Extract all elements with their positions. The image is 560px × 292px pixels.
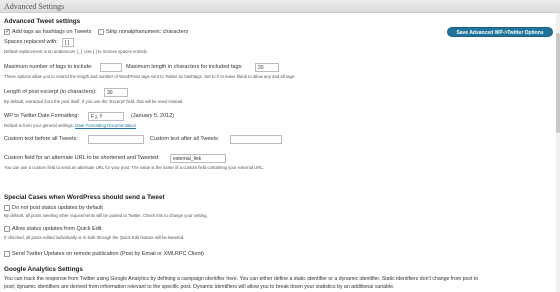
- custom-after-label: Custom text after all Tweets:: [150, 136, 220, 142]
- special-cases-heading: Special Cases when WordPress should send…: [4, 194, 165, 201]
- excerpt-length-input[interactable]: 30: [104, 88, 128, 97]
- date-format-example: (January 5, 2012): [131, 113, 175, 119]
- alternate-url-label: Custom field for an alternate URL to be …: [4, 155, 160, 161]
- max-length-input[interactable]: 20: [255, 63, 279, 72]
- spaces-replaced-label: Spaces replaced with:: [4, 39, 58, 45]
- date-format-description: Default is from your general settings. D…: [4, 123, 136, 128]
- analytics-heading: Google Analytics Settings: [4, 266, 83, 273]
- quick-edit-checkbox[interactable]: [4, 226, 10, 232]
- excerpt-length-label: Length of post excerpt (in characters):: [4, 89, 97, 95]
- date-format-label: WP to Twitter Date Formatting:: [4, 113, 79, 119]
- date-formatting-doc-link[interactable]: Date Formatting Documentation: [75, 123, 136, 128]
- analytics-description-line1: You can track the response from Twitter …: [4, 276, 479, 282]
- spaces-description: Default replacement is an underscore (_)…: [4, 49, 148, 54]
- quick-edit-label: Allow status updates from Quick Edit: [12, 226, 102, 232]
- scrollbar[interactable]: [556, 13, 560, 292]
- no-default-label: Do not post status updates by default: [12, 205, 103, 211]
- max-tags-input[interactable]: [100, 63, 122, 72]
- max-description: These options allow you to restrict the …: [4, 74, 296, 79]
- custom-before-input[interactable]: [88, 135, 144, 144]
- alternate-url-description: You can use a custom field to send an al…: [4, 165, 264, 170]
- no-default-description: By default, all posts meeting other requ…: [4, 213, 208, 218]
- add-tags-checkbox[interactable]: [4, 28, 10, 35]
- settings-page: Advanced Settings Advanced Tweet setting…: [0, 0, 560, 292]
- date-format-input[interactable]: F j, Y: [88, 112, 124, 121]
- strip-nonalphanumeric-label: Strip nonalphanumeric characters: [106, 29, 189, 35]
- page-title: Advanced Settings: [4, 2, 65, 11]
- remote-publication-label: Send Twitter Updates on remote publicati…: [12, 251, 204, 257]
- scrollbar-thumb[interactable]: [556, 33, 560, 133]
- header-bar: Advanced Settings: [0, 0, 560, 13]
- excerpt-description: By default, extracted from the post itse…: [4, 99, 184, 104]
- advanced-tweet-heading: Advanced Tweet settings: [4, 18, 81, 25]
- alternate-url-input[interactable]: external_link: [170, 154, 226, 163]
- custom-after-input[interactable]: [230, 135, 282, 144]
- custom-before-label: Custom text before all Tweets:: [4, 136, 78, 142]
- remote-publication-checkbox[interactable]: [4, 251, 10, 257]
- spaces-replaced-input[interactable]: [ ]: [62, 38, 74, 47]
- date-format-description-text: Default is from your general settings.: [4, 123, 74, 128]
- no-default-checkbox[interactable]: [4, 205, 10, 211]
- strip-nonalphanumeric-checkbox[interactable]: [98, 29, 104, 35]
- max-tags-label: Maximum number of tags to include:: [4, 64, 93, 70]
- quick-edit-description: If checked, all posts edited individuall…: [4, 235, 185, 240]
- add-tags-label: Add tags as hashtags on Tweets: [12, 29, 92, 35]
- analytics-description-line2: post; dynamic identifiers are derived fr…: [4, 284, 395, 290]
- max-length-label: Maximum length in characters for include…: [126, 64, 243, 70]
- save-advanced-options-button[interactable]: Save Advanced WP->Twitter Options: [447, 27, 553, 37]
